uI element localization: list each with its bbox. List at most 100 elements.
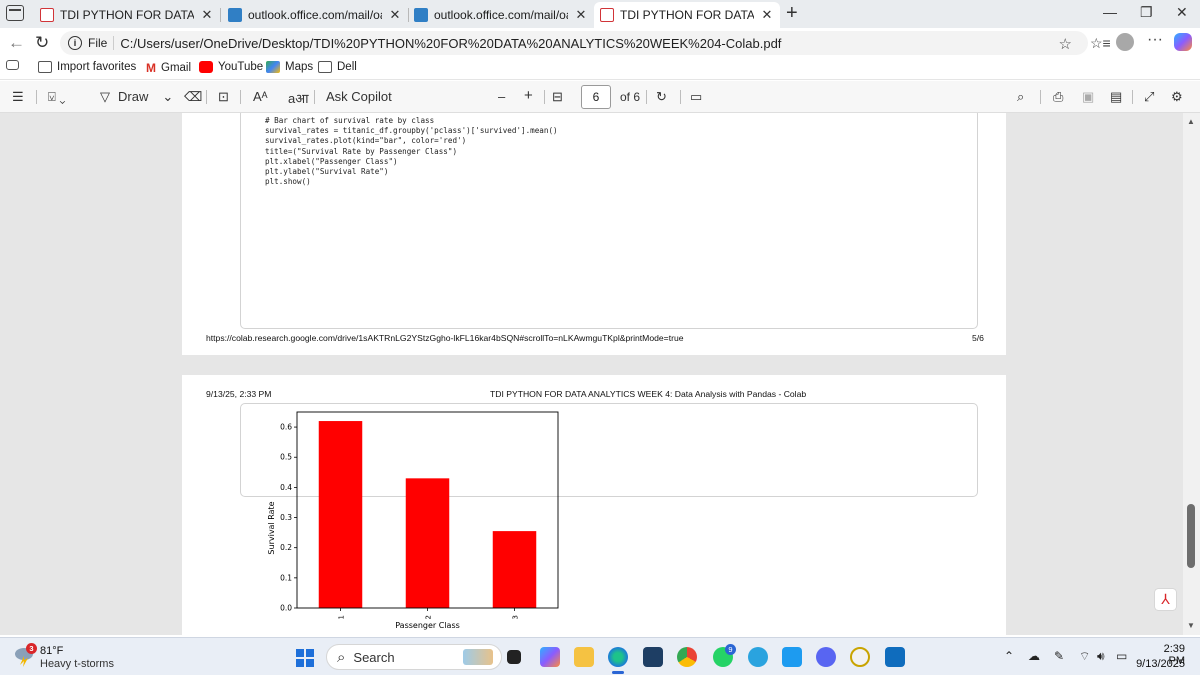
close-icon[interactable]: ✕: [574, 7, 588, 23]
pdf-icon: [600, 8, 614, 22]
close-icon[interactable]: ✕: [760, 7, 774, 23]
taskbar-search[interactable]: ⌕ Search: [326, 644, 502, 670]
save-as-icon[interactable]: ▤: [1110, 89, 1122, 105]
ask-copilot-button[interactable]: Ask Copilot: [326, 89, 392, 104]
chrome-icon[interactable]: [677, 647, 697, 667]
vertical-scrollbar[interactable]: ▲ ▼: [1183, 113, 1200, 635]
y-tick-label: 0.5: [280, 453, 292, 462]
twitter-icon[interactable]: [782, 647, 802, 667]
scrollbar-thumb[interactable]: [1187, 504, 1195, 568]
url-text[interactable]: C:/Users/user/OneDrive/Desktop/TDI%20PYT…: [120, 36, 781, 51]
copilot-icon[interactable]: [1174, 33, 1192, 51]
new-tab-icon[interactable]: +: [786, 3, 798, 23]
omnibox[interactable]: i File C:/Users/user/OneDrive/Desktop/TD…: [60, 31, 1088, 55]
tab-pdf-active[interactable]: TDI PYTHON FOR DATA ANALYTIC ✕: [594, 2, 780, 28]
page-footer-number: 5/6: [972, 333, 984, 343]
edge-icon[interactable]: [608, 647, 628, 667]
erase-icon[interactable]: ⌫: [184, 89, 202, 105]
bar: [492, 531, 537, 608]
sidebar-toggle-icon[interactable]: [6, 60, 19, 70]
highlight-icon[interactable]: ⍌ ⌄: [48, 89, 66, 105]
save-icon[interactable]: ▣: [1082, 89, 1094, 105]
outlook-icon: [414, 8, 428, 22]
page-footer-url: https://colab.research.google.com/drive/…: [206, 333, 684, 343]
more-icon[interactable]: ···: [1147, 31, 1163, 49]
fav-label: Import favorites: [57, 61, 137, 73]
search-label: Search: [353, 649, 395, 665]
contents-icon[interactable]: ☰: [12, 89, 24, 105]
page-view-icon[interactable]: ▭: [690, 89, 702, 105]
search-icon[interactable]: ⌕: [1017, 89, 1024, 105]
back-icon[interactable]: ←: [8, 33, 25, 53]
volume-icon[interactable]: 🔊︎: [1097, 649, 1105, 664]
zoom-in-button[interactable]: +: [524, 87, 533, 104]
avatar[interactable]: [1116, 33, 1134, 51]
weather-desc[interactable]: Heavy t-storms: [40, 658, 114, 670]
search-highlight-icon: [463, 649, 493, 665]
close-icon[interactable]: ✕: [200, 7, 214, 23]
fullscreen-icon[interactable]: ⤢: [1144, 89, 1154, 105]
fit-width-icon[interactable]: ⊟: [552, 89, 563, 105]
copilot-taskbar-icon[interactable]: [540, 647, 560, 667]
fav-maps[interactable]: Maps: [266, 61, 313, 73]
rotate-icon[interactable]: ↻: [656, 89, 667, 105]
close-icon[interactable]: ✕: [388, 7, 402, 23]
fav-label: Maps: [285, 61, 314, 73]
print-icon[interactable]: ⎙: [1053, 89, 1063, 105]
import-icon: [38, 61, 52, 73]
chevron-up-icon[interactable]: ⌃: [1004, 649, 1014, 663]
wifi-icon[interactable]: ⌔: [1079, 649, 1090, 664]
tab-outlook-1[interactable]: outlook.office.com/mail/oauthRe ✕: [222, 2, 409, 28]
taskbar: 3 81°F Heavy t-storms ⌕ Search 9 ⌃ ☁ ✎ ⌔…: [0, 637, 1200, 675]
acrobat-icon[interactable]: ⅄: [1155, 589, 1176, 610]
telegram-icon[interactable]: [748, 647, 768, 667]
youtube-icon: [199, 61, 213, 73]
weather-temp[interactable]: 81°F: [40, 645, 63, 657]
fav-gmail[interactable]: M Gmail: [146, 61, 191, 75]
draw-button[interactable]: ▽ Draw ⌄: [100, 89, 173, 105]
tab-outlook-2[interactable]: outlook.office.com/mail/oauthRe ✕: [408, 2, 594, 28]
page-number-input[interactable]: 6: [581, 85, 611, 109]
translate-button[interactable]: aआ: [288, 89, 309, 107]
refresh-icon[interactable]: ↻: [35, 33, 49, 53]
x-axis-label: Passenger Class: [395, 621, 460, 630]
scroll-up-icon[interactable]: ▲: [1187, 117, 1195, 126]
app-icon[interactable]: [850, 647, 870, 667]
favorites-icon[interactable]: ☆≡: [1090, 35, 1111, 52]
pdf-icon: [40, 8, 54, 22]
start-icon[interactable]: [296, 649, 314, 667]
file-explorer-icon[interactable]: [574, 647, 594, 667]
read-aloud-button[interactable]: Aᴬ: [253, 89, 268, 104]
draw-icon: ▽: [100, 89, 110, 104]
task-view-icon[interactable]: [507, 650, 521, 664]
search-icon: ⌕: [337, 648, 346, 666]
favorite-star-icon[interactable]: ☆: [1059, 35, 1072, 53]
fav-import[interactable]: Import favorites: [38, 61, 136, 73]
discord-icon[interactable]: [816, 647, 836, 667]
maps-icon: [266, 61, 280, 73]
tab-actions-icon[interactable]: [6, 5, 24, 21]
store-icon[interactable]: [643, 647, 663, 667]
settings-gear-icon[interactable]: ⚙: [1171, 89, 1183, 105]
outlook-icon[interactable]: [885, 647, 905, 667]
onedrive-icon[interactable]: ☁: [1028, 649, 1040, 663]
clock-date[interactable]: 9/13/2025: [1127, 658, 1185, 670]
tab-pdf-1[interactable]: TDI PYTHON FOR DATA ANALYTIC ✕: [34, 2, 221, 28]
zoom-out-button[interactable]: –: [498, 89, 505, 104]
minimize-icon[interactable]: —: [1103, 4, 1117, 20]
pdf-viewer[interactable]: # Bar chart of survival rate by class sur…: [0, 113, 1200, 635]
fav-dell[interactable]: Dell: [318, 61, 357, 73]
info-icon[interactable]: i: [68, 36, 82, 50]
scroll-down-icon[interactable]: ▼: [1187, 621, 1195, 630]
tab-title: TDI PYTHON FOR DATA ANALYTIC: [60, 8, 194, 22]
restore-icon[interactable]: ❐: [1140, 4, 1153, 21]
code-line: title=("Survival Rate by Passenger Class…: [265, 146, 458, 156]
pen-icon[interactable]: ✎: [1054, 649, 1064, 663]
fav-youtube[interactable]: YouTube: [199, 61, 263, 73]
text-box-icon[interactable]: ⊡: [218, 89, 229, 105]
fav-label: YouTube: [218, 61, 264, 73]
code-line: survival_rates.plot(kind="bar", color='r…: [265, 136, 467, 146]
bar: [405, 478, 450, 608]
battery-icon[interactable]: ▭: [1116, 649, 1127, 663]
window-close-icon[interactable]: ✕: [1176, 4, 1188, 21]
